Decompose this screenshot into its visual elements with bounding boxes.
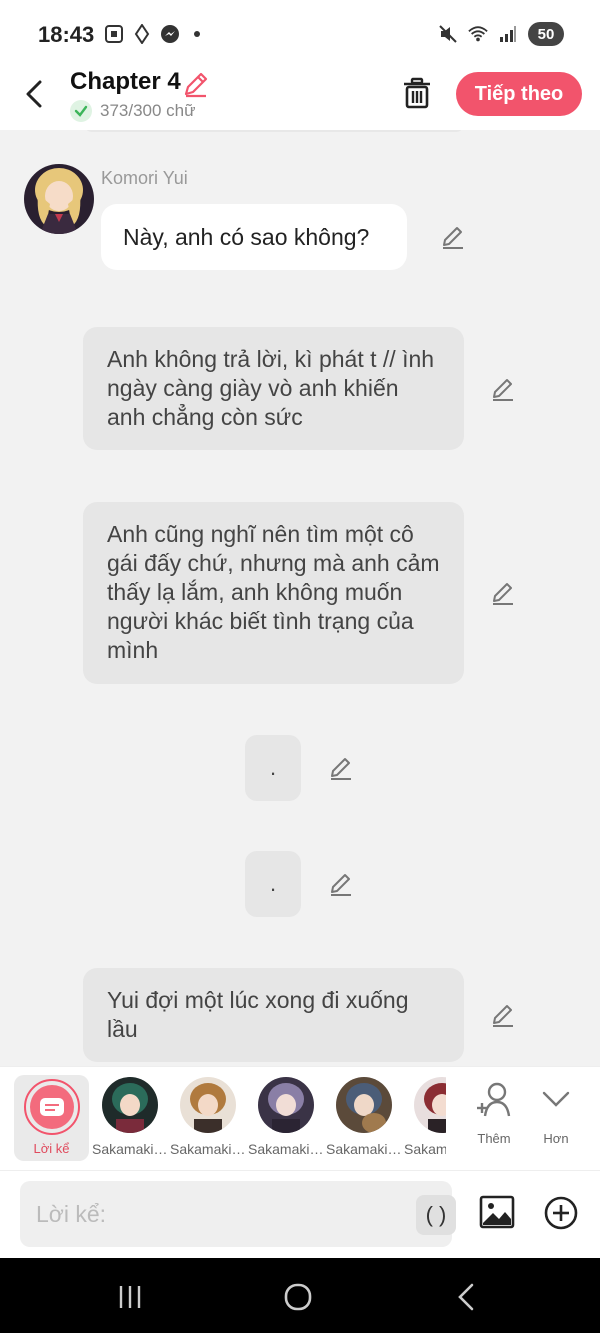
composer-bar: ( ) (0, 1170, 600, 1258)
narrator-option[interactable]: Lời kể (14, 1075, 89, 1161)
next-button[interactable]: Tiếp theo (456, 72, 582, 116)
narration-bubble[interactable]: . (245, 851, 301, 917)
character-avatar (258, 1077, 314, 1133)
battery-level: 50 (528, 22, 564, 46)
back-button[interactable] (20, 76, 48, 112)
pencil-icon (331, 874, 351, 896)
message-input[interactable] (36, 1181, 396, 1247)
character-option[interactable]: Sakamaki ... (326, 1077, 402, 1161)
image-button[interactable] (478, 1193, 516, 1231)
pencil-icon (493, 583, 513, 605)
check-icon (70, 100, 92, 122)
status-time: 18:43 (38, 22, 95, 47)
more-notifications-dot (194, 31, 200, 37)
character-message-bubble[interactable]: Này, anh có sao không? (101, 204, 407, 270)
avatar[interactable] (24, 164, 94, 234)
pencil-icon (493, 379, 513, 401)
messenger-icon (160, 24, 180, 44)
pencil-icon (443, 227, 463, 249)
character-list[interactable]: Lời kể Sakamaki ... Sakamaki ... Sakamak… (0, 1067, 446, 1171)
character-avatar (414, 1077, 446, 1133)
word-count-text: 373/300 chữ (100, 101, 196, 120)
home-button[interactable] (278, 1280, 318, 1314)
narration-bubble[interactable]: Yui đợi một lúc xong đi xuống lầu (83, 968, 464, 1062)
character-option[interactable]: Sakamaki ... (170, 1077, 246, 1161)
narrator-label: Lời kể (33, 1141, 70, 1156)
edit-message-button[interactable] (328, 871, 354, 897)
character-label: Sakamaki ... (404, 1141, 446, 1157)
status-bar: 18:43 50 (0, 0, 600, 64)
image-icon (479, 1195, 515, 1229)
chevron-left-icon (26, 80, 42, 108)
character-selector: Lời kể Sakamaki ... Sakamaki ... Sakamak… (0, 1066, 600, 1170)
system-back-button[interactable] (446, 1280, 486, 1314)
system-navigation-bar (0, 1258, 600, 1333)
parentheses-button[interactable]: ( ) (416, 1195, 456, 1235)
narration-bubble[interactable]: . (245, 735, 301, 801)
edit-title-button[interactable] (182, 70, 210, 103)
message-icon (40, 1098, 64, 1116)
character-label: Sakamaki ... (326, 1141, 402, 1157)
pencil-icon (331, 758, 351, 780)
narration-bubble[interactable]: Anh cũng nghĩ nên tìm một cô gái đấy chứ… (83, 502, 464, 684)
add-person-icon (477, 1082, 511, 1117)
chat-area[interactable]: Komori Yui Này, anh có sao không? Anh kh… (0, 130, 600, 1066)
screenshot-icon (104, 24, 124, 44)
character-label: Sakamaki ... (248, 1141, 324, 1157)
edit-message-button[interactable] (490, 376, 516, 402)
recents-icon (119, 1286, 141, 1308)
editor-header: Chapter 4 373/300 chữ Tiếp theo (0, 64, 600, 130)
character-avatar (336, 1077, 392, 1133)
edit-message-button[interactable] (328, 755, 354, 781)
proton-icon (132, 24, 152, 44)
pencil-icon (184, 72, 208, 98)
previous-message-bubble[interactable] (84, 130, 464, 132)
mute-icon (438, 24, 458, 44)
delete-button[interactable] (400, 76, 434, 110)
add-character-button[interactable]: Thêm (464, 1079, 524, 1159)
edit-message-button[interactable] (490, 580, 516, 606)
add-button[interactable] (543, 1195, 579, 1231)
status-system-icons: 50 (438, 22, 564, 46)
character-label: Sakamaki ... (92, 1141, 168, 1157)
add-character-label: Thêm (477, 1131, 511, 1146)
word-count: 373/300 chữ (70, 100, 196, 122)
chevron-down-icon (542, 1091, 570, 1107)
narrator-avatar (24, 1079, 80, 1135)
speaker-name: Komori Yui (101, 168, 188, 188)
character-option[interactable]: Sakamaki ... (248, 1077, 324, 1161)
character-avatar (102, 1077, 158, 1133)
character-avatar (180, 1077, 236, 1133)
edit-message-button[interactable] (490, 1002, 516, 1028)
narration-bubble[interactable]: Anh không trả lời, kì phát t // ình ngày… (83, 327, 464, 450)
signal-icon (498, 24, 518, 44)
edit-message-button[interactable] (440, 224, 466, 250)
wifi-icon (468, 24, 488, 44)
status-notification-icons (104, 24, 200, 44)
back-icon (458, 1283, 474, 1311)
character-option[interactable]: Sakamaki ... (92, 1077, 168, 1161)
recent-apps-button[interactable] (110, 1280, 150, 1314)
character-label: Sakamaki ... (170, 1141, 246, 1157)
plus-circle-icon (544, 1196, 578, 1230)
chapter-title: Chapter 4 (70, 68, 181, 95)
character-option[interactable]: Sakamaki ... (404, 1077, 446, 1161)
home-icon (284, 1283, 312, 1311)
more-button[interactable]: Hơn (526, 1079, 586, 1159)
message-input-container[interactable]: ( ) (20, 1181, 456, 1247)
trash-icon (404, 77, 430, 109)
pencil-icon (493, 1005, 513, 1027)
more-label: Hơn (543, 1131, 569, 1146)
